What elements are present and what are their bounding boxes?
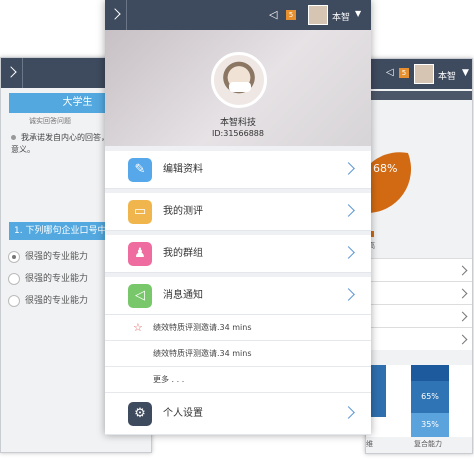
user-name: 本智 [332,13,351,23]
chevron-right-icon [457,311,468,322]
chevron-right-icon [109,8,121,20]
notification-badge: 5 [399,68,409,78]
star-icon: ☆ [133,321,143,334]
report-screen: ◁ 5 本智 ▼ 68% 高 65% 35% 维 复合能力 [365,58,473,454]
option-label: 很强的专业能力 [25,274,89,284]
bullet-icon [11,135,16,140]
avatar[interactable] [308,5,328,25]
chevron-right-icon [457,288,468,299]
bar-segment [411,365,449,381]
gear-icon: ⚙ [128,402,152,426]
bar-category-label: 复合能力 [414,440,442,448]
chevron-right-icon [342,162,355,175]
chevron-right-icon [342,406,355,419]
menu-item-settings[interactable]: ⚙ 个人设置 [105,393,371,435]
more-text: 更多 . . . [153,375,185,384]
chevron-right-icon [457,334,468,345]
screenshot-composition: 大学生 诚实回答问题 我承诺发自内心的回答，对我也没有意义。 1. 下列哪句企业… [0,0,474,459]
bar-chart-panel: 65% 35% [366,365,472,437]
menu-item-label: 消息通知 [163,290,203,301]
menu-item-edit-profile[interactable]: ✎ 编辑资料 [105,151,371,189]
survey-menu-button[interactable] [1,58,23,88]
profile-header: 本智科技 ID:31566888 [105,30,371,146]
menu-item-my-evaluations[interactable]: ▭ 我的测评 [105,193,371,231]
report-top-bar: ◁ 5 本智 ▼ [366,59,472,89]
option-label: 很强的专业能力 [25,252,89,262]
profile-avatar[interactable] [211,52,267,108]
notification-item[interactable]: ☆ 绩效特质评测邀请.34 mins [105,315,371,341]
chevron-right-icon [5,66,17,78]
dropdown-caret-icon[interactable]: ▼ [355,9,361,18]
bar-value-label: 35% [411,413,449,437]
menu-item-label: 我的群组 [163,248,203,259]
chevron-right-icon [457,265,468,276]
report-list-item[interactable] [366,258,472,281]
company-name: 本智科技 [219,118,256,128]
avatar[interactable] [414,64,434,84]
speaker-icon: ◁ [128,284,152,308]
menu-item-label: 我的测评 [163,206,203,217]
menu-item-label: 个人设置 [163,408,203,419]
survey-note: 诚实回答问题 [29,117,71,125]
people-icon: ♟ [128,242,152,266]
report-list-item[interactable] [366,327,472,350]
report-list-item[interactable] [366,281,472,304]
radio-selected-icon[interactable] [8,251,20,263]
notification-item[interactable]: 绩效特质评测邀请.34 mins [105,341,371,367]
edit-icon: ✎ [128,158,152,182]
user-id: ID:31566888 [212,129,264,138]
radio-icon[interactable] [8,295,20,307]
notification-text: 绩效特质评测邀请.34 mins [153,323,252,332]
pie-label: 68% [373,162,397,175]
profile-top-bar: ◁ 5 本智 ▼ [105,0,371,30]
option-label: 很强的专业能力 [25,296,89,306]
pie-chart: 68% [366,152,412,214]
volume-icon[interactable]: ◁ [386,67,394,78]
bar-value-label: 65% [411,381,449,413]
chevron-right-icon [342,246,355,259]
user-name: 本智 [438,72,457,82]
more-notifications-link[interactable]: 更多 . . . [105,367,371,393]
menu-item-label: 编辑资料 [163,164,203,175]
profile-menu-screen: ◁ 5 本智 ▼ 本智科技 ID:31566888 ✎ 编辑资料 ▭ 我的测评 … [105,0,371,435]
notification-text: 绩效特质评测邀请.34 mins [153,349,252,358]
menu-item-my-groups[interactable]: ♟ 我的群组 [105,235,371,273]
bar-category-label: 维 [366,440,373,448]
report-list-item[interactable] [366,304,472,327]
dropdown-caret-icon[interactable]: ▼ [462,68,469,78]
chevron-right-icon [342,204,355,217]
chevron-right-icon [342,288,355,301]
folder-icon: ▭ [128,200,152,224]
notification-badge: 5 [286,10,296,20]
radio-icon[interactable] [8,273,20,285]
profile-menu-button[interactable] [105,0,127,30]
volume-icon[interactable]: ◁ [269,8,277,21]
menu-item-notifications[interactable]: ◁ 消息通知 [105,277,371,315]
report-header-strip [366,91,472,100]
